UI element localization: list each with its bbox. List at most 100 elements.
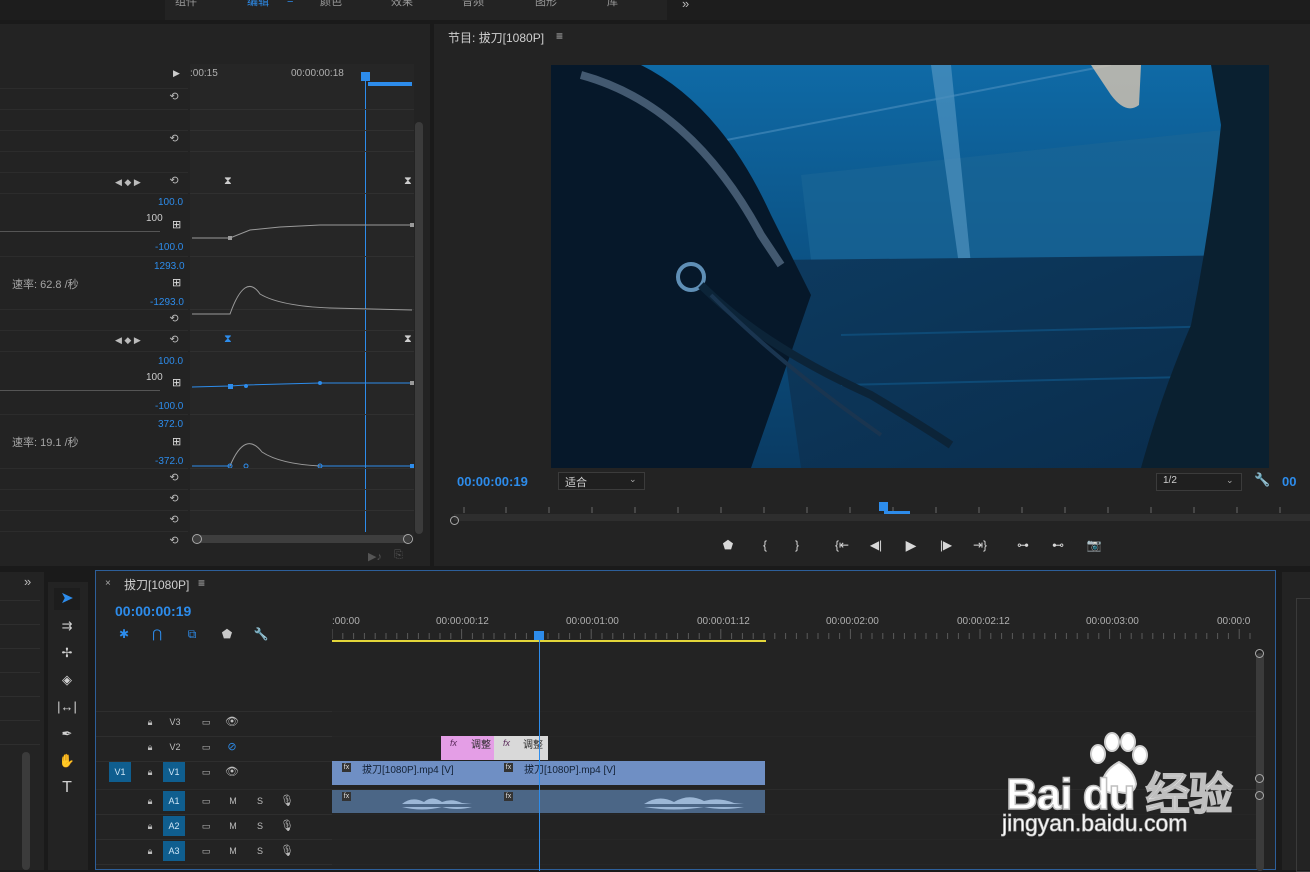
workspace-tab-graphics[interactable]: 图形 (535, 0, 557, 9)
track-target-a2[interactable]: A2 (163, 816, 185, 836)
marker-icon[interactable]: ⬟ (717, 536, 739, 554)
sync-lock-icon[interactable]: ▭ (199, 817, 213, 835)
workspace-menu-icon[interactable]: ≡ (287, 0, 293, 6)
program-monitor-title[interactable]: 节目: 拔刀[1080P] (448, 29, 544, 46)
lock-icon[interactable]: 🔒︎ (144, 738, 156, 756)
microphone-icon[interactable]: 🎙 (280, 842, 294, 860)
close-icon[interactable]: × (105, 578, 111, 589)
sync-lock-icon[interactable]: ▭ (199, 738, 213, 756)
solo-button[interactable]: S (253, 842, 267, 860)
solo-button[interactable]: S (253, 792, 267, 810)
scroll-handle[interactable] (1255, 649, 1264, 658)
sequence-tab-title[interactable]: 拔刀[1080P] (124, 576, 189, 593)
ripple-edit-tool-icon[interactable]: ✢ (54, 642, 80, 664)
keyframe-curves[interactable] (190, 194, 414, 468)
program-timecode[interactable]: 00:00:00:19 (457, 474, 528, 489)
mute-button[interactable]: M (226, 842, 240, 860)
workspace-tab-color[interactable]: 颜色 (320, 0, 342, 9)
timeline-ruler[interactable]: :00:00 00:00:00:12 00:00:01:00 00:00:01:… (332, 611, 1256, 643)
panel-menu-icon[interactable]: ≡ (556, 29, 563, 43)
timeline-timecode[interactable]: 00:00:00:19 (115, 603, 191, 619)
keyframe-navigator[interactable]: ◀ ◆ ▶ (115, 335, 141, 346)
nest-icon[interactable]: ✱ (115, 625, 133, 643)
export-icon[interactable]: ⎘ (394, 549, 403, 562)
sync-lock-icon[interactable]: ▭ (199, 713, 213, 731)
insert-icon[interactable]: ⊶ (1012, 536, 1034, 554)
play-icon[interactable]: ▶ (900, 536, 922, 554)
snap-icon[interactable]: ⋂ (148, 625, 166, 643)
reset-icon[interactable]: ⟲ (166, 131, 182, 147)
sync-lock-icon[interactable]: ▭ (199, 763, 213, 781)
resolution-dropdown[interactable]: 1/2 ⌄ (1156, 473, 1242, 491)
reset-icon[interactable]: ⟲ (166, 533, 182, 549)
track-target-v1[interactable]: V1 (163, 762, 185, 782)
linked-selection-icon[interactable]: ⧉ (183, 625, 201, 643)
go-to-out-icon[interactable]: ⇥} (969, 536, 991, 554)
mute-button[interactable]: M (226, 817, 240, 835)
program-playhead[interactable] (879, 502, 888, 511)
microphone-icon[interactable]: 🎙 (280, 817, 294, 835)
workspace-tab-audio[interactable]: 音频 (462, 0, 484, 9)
audio-clip[interactable]: fx (332, 790, 495, 813)
timeline-settings-wrench-icon[interactable]: 🔧 (252, 625, 270, 643)
export-frame-icon[interactable]: 📷 (1083, 536, 1105, 554)
reset-icon[interactable]: ⟲ (166, 332, 182, 348)
lock-icon[interactable]: 🔒︎ (144, 842, 156, 860)
hand-tool-icon[interactable]: ✋ (54, 750, 80, 772)
add-keyframe-icon[interactable]: ⊞ (172, 435, 181, 448)
sync-lock-icon[interactable]: ▭ (199, 842, 213, 860)
source-patch-v1[interactable]: V1 (109, 762, 131, 782)
panel-menu-icon[interactable]: ≡ (198, 576, 205, 590)
track-target-a3[interactable]: A3 (163, 841, 185, 861)
fit-dropdown[interactable]: 适合 ⌄ (558, 472, 645, 490)
eye-icon[interactable]: 👁 (224, 713, 240, 731)
panel-overflow-icon[interactable]: » (24, 574, 31, 589)
work-area-bar[interactable] (332, 640, 766, 642)
workspace-overflow-icon[interactable]: » (682, 0, 689, 11)
workspace-tab-assembly[interactable]: 组件 (175, 0, 197, 9)
filter-icon[interactable]: ▶♪ (368, 550, 382, 563)
workspace-tab-effects[interactable]: 效果 (391, 0, 413, 9)
reset-icon[interactable]: ⟲ (166, 512, 182, 528)
reset-icon[interactable]: ⟲ (166, 89, 182, 105)
microphone-icon[interactable]: 🎙 (280, 792, 294, 810)
add-marker-icon[interactable]: ⬟ (218, 625, 236, 643)
scroll-handle[interactable] (192, 534, 202, 544)
ec-vertical-scrollbar[interactable] (415, 122, 423, 534)
workspace-tab-editing[interactable]: 编辑 (247, 0, 269, 9)
selection-tool-icon[interactable]: ➤ (54, 588, 80, 610)
audio-clip[interactable]: fx (494, 790, 765, 813)
mark-out-icon[interactable]: } (786, 536, 808, 554)
track-select-tool-icon[interactable]: ⇉ (54, 615, 80, 637)
project-scrollbar[interactable] (22, 752, 30, 870)
workspace-tab-libraries[interactable]: 库 (607, 0, 618, 9)
add-keyframe-icon[interactable]: ⊞ (172, 376, 181, 389)
lock-icon[interactable]: 🔒︎ (144, 713, 156, 731)
program-mini-ruler[interactable] (450, 499, 1310, 525)
adjustment-clip[interactable]: fx 调整 (441, 736, 494, 760)
mute-button[interactable]: M (226, 792, 240, 810)
lock-icon[interactable]: 🔒︎ (144, 817, 156, 835)
eye-icon[interactable]: 👁 (224, 763, 240, 781)
type-tool-icon[interactable]: T (54, 777, 80, 799)
reset-icon[interactable]: ⟲ (166, 491, 182, 507)
mini-ruler-handle[interactable] (450, 516, 459, 525)
keyframe-navigator[interactable]: ◀ ◆ ▶ (115, 177, 141, 188)
razor-tool-icon[interactable]: ◈ (54, 669, 80, 691)
ec-horizontal-scrollbar[interactable] (193, 535, 411, 543)
settings-wrench-icon[interactable]: 🔧 (1254, 472, 1270, 488)
ec-ruler-play-icon[interactable]: ▶ (173, 68, 180, 79)
reset-icon[interactable]: ⟲ (166, 173, 182, 189)
step-back-icon[interactable]: ◀| (865, 536, 887, 554)
solo-button[interactable]: S (253, 817, 267, 835)
step-forward-icon[interactable]: |▶ (935, 536, 957, 554)
sync-lock-icon[interactable]: ▭ (199, 792, 213, 810)
reset-icon[interactable]: ⟲ (166, 311, 182, 327)
video-clip[interactable]: fx 拔刀[1080P].mp4 [V] (494, 761, 765, 785)
scroll-handle[interactable] (403, 534, 413, 544)
go-to-in-icon[interactable]: {⇤ (831, 536, 853, 554)
video-clip[interactable]: fx 拔刀[1080P].mp4 [V] (332, 761, 495, 785)
overwrite-icon[interactable]: ⊷ (1047, 536, 1069, 554)
lock-icon[interactable]: 🔒︎ (144, 792, 156, 810)
lock-icon[interactable]: 🔒︎ (144, 763, 156, 781)
